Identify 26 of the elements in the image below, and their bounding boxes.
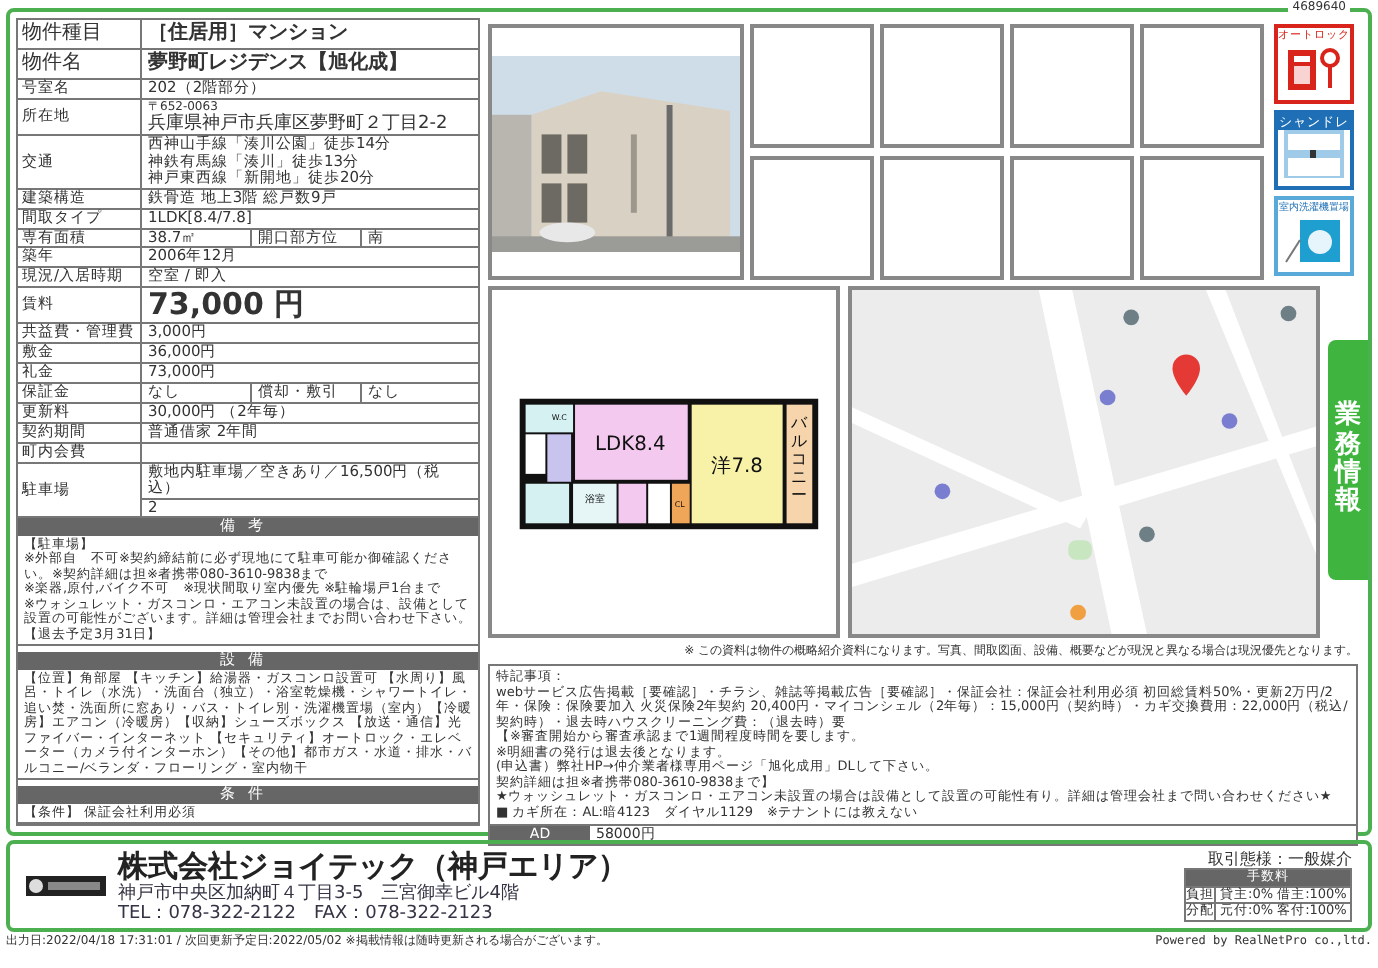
side-tab-label: 業務情報 [1335, 402, 1361, 518]
room-label: 洋7.8 [711, 455, 763, 478]
field-label: 物件種目 [18, 20, 142, 48]
field-value: 夢野町レジデンス【旭化成】 [146, 50, 410, 78]
photo-frame [1010, 24, 1134, 148]
logo-icon [26, 876, 106, 896]
field-label: 物件名 [18, 50, 142, 78]
photo-frame [750, 155, 874, 279]
photo-frame [1140, 24, 1264, 148]
company-contact: TEL：078-322-2122 FAX：078-322-2123 [118, 903, 495, 923]
rent-value: 73,000 円 [146, 288, 307, 322]
photo-frame [1140, 155, 1264, 279]
photo-frame [880, 155, 1004, 279]
photo-frame [750, 24, 874, 148]
company-address: 神戸市中央区加納町４丁目3-5 三宮御幸ビル4階 [118, 883, 521, 903]
room-label: バルコニー [791, 414, 808, 504]
sink-icon [1284, 130, 1344, 178]
keypad-icon [1284, 44, 1344, 92]
photo-frame [1010, 155, 1134, 279]
transaction-type: 取引態様：一般媒介 [1208, 850, 1352, 869]
room-label: LDK8.4 [595, 434, 666, 457]
field-value: 兵庫県神戸市兵庫区夢野町２丁目2-2 [148, 114, 448, 134]
photo-frame [880, 24, 1004, 148]
washing-machine-icon [1284, 216, 1344, 264]
field-value: ［住居用］マンション [146, 20, 350, 48]
company-name: 株式会社ジョイテック（神戸エリア） [118, 849, 630, 883]
